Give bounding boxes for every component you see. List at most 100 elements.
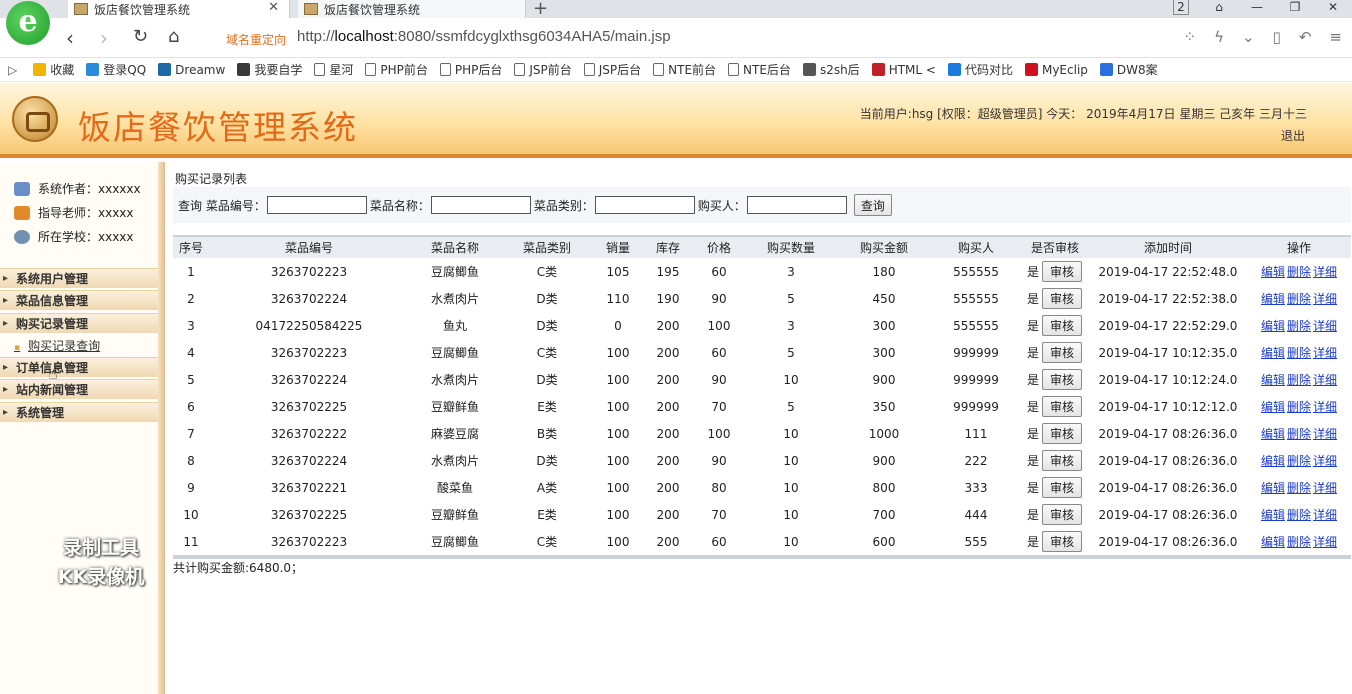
audit-button[interactable]: 审核 (1042, 369, 1083, 390)
bookmark-item[interactable]: 代码对比 (947, 61, 1013, 78)
logout-link[interactable]: 退出 (1281, 127, 1305, 144)
sidebar-splitter[interactable] (158, 162, 165, 694)
menu-system-users[interactable]: 系统用户管理 (0, 268, 158, 289)
buyer-input[interactable] (746, 196, 847, 214)
bookmark-item[interactable]: 登录QQ (86, 61, 146, 78)
audit-button[interactable]: 审核 (1042, 531, 1083, 552)
dish-type-input[interactable] (594, 196, 695, 214)
table-row: 2 3263702224 水煮肉片 D类 110 190 90 5 450 555555 是审核 20… (173, 285, 1351, 312)
bookmark-item[interactable]: JSP后台 (583, 61, 641, 78)
menu-icon[interactable]: ≡ (1329, 28, 1342, 46)
home-icon[interactable]: ⌂ (168, 26, 179, 47)
delete-link[interactable]: 删除 (1287, 400, 1311, 414)
edit-link[interactable]: 编辑 (1261, 346, 1285, 360)
detail-link[interactable]: 详细 (1313, 346, 1337, 360)
detail-link[interactable]: 详细 (1313, 400, 1337, 414)
edit-link[interactable]: 编辑 (1261, 373, 1285, 387)
delete-link[interactable]: 删除 (1287, 265, 1311, 279)
back-icon[interactable]: ‹ (66, 26, 74, 50)
detail-link[interactable]: 详细 (1313, 292, 1337, 306)
bookmark-page-icon[interactable]: ▯ (1273, 28, 1281, 46)
browser-tab[interactable]: 饭店餐饮管理系统 (298, 0, 526, 18)
close-tab-icon[interactable]: ✕ (268, 0, 279, 15)
new-tab-icon[interactable]: + (533, 0, 548, 19)
edit-link[interactable]: 编辑 (1261, 481, 1285, 495)
menu-site-news[interactable]: 站内新闻管理 (0, 379, 158, 400)
submenu-purchase-query[interactable]: 购买记录查询 (14, 337, 100, 354)
edit-link[interactable]: 编辑 (1261, 319, 1285, 333)
bookmark-item[interactable]: 收藏 (33, 61, 74, 78)
bookmark-item[interactable]: HTML < (871, 63, 936, 77)
detail-link[interactable]: 详细 (1313, 508, 1337, 522)
detail-link[interactable]: 详细 (1313, 427, 1337, 441)
edit-link[interactable]: 编辑 (1261, 454, 1285, 468)
delete-link[interactable]: 删除 (1287, 373, 1311, 387)
delete-link[interactable]: 删除 (1287, 508, 1311, 522)
detail-link[interactable]: 详细 (1313, 265, 1337, 279)
bookmark-item[interactable]: NTE后台 (728, 61, 791, 78)
dish-code-input[interactable] (266, 196, 367, 214)
url-field[interactable]: http://localhost:8080/ssmfdcyglxthsg6034… (297, 28, 671, 45)
edit-link[interactable]: 编辑 (1261, 508, 1285, 522)
menu-order-info[interactable]: 订单信息管理 (0, 357, 158, 378)
audit-button[interactable]: 审核 (1042, 396, 1083, 417)
edit-link[interactable]: 编辑 (1261, 427, 1285, 441)
cell-no: 7 (187, 426, 195, 441)
edit-link[interactable]: 编辑 (1261, 400, 1285, 414)
audit-button[interactable]: 审核 (1042, 477, 1083, 498)
forward-icon[interactable]: › (100, 26, 108, 50)
edit-link[interactable]: 编辑 (1261, 292, 1285, 306)
undo-icon[interactable]: ↶ (1299, 28, 1312, 46)
audit-button[interactable]: 审核 (1042, 261, 1083, 282)
audit-button[interactable]: 审核 (1042, 450, 1083, 471)
audit-button[interactable]: 审核 (1042, 504, 1083, 525)
bookmark-item[interactable]: DW8案 (1099, 61, 1158, 78)
delete-link[interactable]: 删除 (1287, 319, 1311, 333)
delete-link[interactable]: 删除 (1287, 454, 1311, 468)
delete-link[interactable]: 删除 (1287, 346, 1311, 360)
sidebar-toggle-icon[interactable]: ▷ (8, 63, 17, 77)
restore-icon[interactable]: ❐ (1276, 0, 1314, 18)
delete-link[interactable]: 删除 (1287, 292, 1311, 306)
grid-icon[interactable]: ⁘ (1184, 28, 1197, 46)
detail-link[interactable]: 详细 (1313, 454, 1337, 468)
minimize-icon[interactable]: — (1238, 0, 1276, 18)
audit-button[interactable]: 审核 (1042, 423, 1083, 444)
table-row: 8 3263702224 水煮肉片 D类 100 200 90 10 900 222 是审核 2019… (173, 447, 1351, 474)
bookmark-item[interactable]: PHP后台 (439, 61, 502, 78)
close-window-icon[interactable]: ✕ (1314, 0, 1352, 18)
bookmark-item[interactable]: 我要自学 (237, 61, 302, 78)
detail-link[interactable]: 详细 (1313, 373, 1337, 387)
delete-link[interactable]: 删除 (1287, 481, 1311, 495)
bookmark-item[interactable]: MyEclip (1024, 63, 1088, 77)
bookmark-item[interactable]: NTE前台 (653, 61, 716, 78)
edit-link[interactable]: 编辑 (1261, 265, 1285, 279)
browser-tab[interactable]: 饭店餐饮管理系统 ✕ (68, 0, 290, 18)
detail-link[interactable]: 详细 (1313, 319, 1337, 333)
chevron-down-icon[interactable]: ⌄ (1242, 28, 1255, 46)
dish-name-input[interactable] (430, 196, 531, 214)
menu-system-admin[interactable]: 系统管理 (0, 402, 158, 423)
detail-link[interactable]: 详细 (1313, 481, 1337, 495)
audit-button[interactable]: 审核 (1042, 288, 1083, 309)
audit-button[interactable]: 审核 (1042, 315, 1083, 336)
menu-purchase-records[interactable]: 购买记录管理 (0, 313, 158, 334)
search-button[interactable]: 查询 (853, 194, 892, 216)
bookmark-item[interactable]: 星河 (314, 61, 353, 78)
detail-link[interactable]: 详细 (1313, 535, 1337, 549)
bookmark-item[interactable]: JSP前台 (514, 61, 572, 78)
school-icon (14, 229, 30, 244)
bookmark-item[interactable]: s2sh后 (802, 61, 860, 78)
edit-link[interactable]: 编辑 (1261, 535, 1285, 549)
bookmark-label: s2sh后 (819, 63, 860, 77)
skin-icon[interactable]: ⌂ (1200, 0, 1238, 18)
lightning-icon[interactable]: ϟ (1214, 28, 1224, 46)
delete-link[interactable]: 删除 (1287, 427, 1311, 441)
reload-icon[interactable]: ↻ (133, 26, 148, 47)
menu-dish-info[interactable]: 菜品信息管理 (0, 290, 158, 311)
bookmark-item[interactable]: PHP前台 (365, 61, 428, 78)
audit-button[interactable]: 审核 (1042, 342, 1083, 363)
delete-link[interactable]: 删除 (1287, 535, 1311, 549)
bookmark-item[interactable]: Dreamw (158, 63, 225, 77)
tab-count-button[interactable]: 2 (1162, 0, 1200, 18)
